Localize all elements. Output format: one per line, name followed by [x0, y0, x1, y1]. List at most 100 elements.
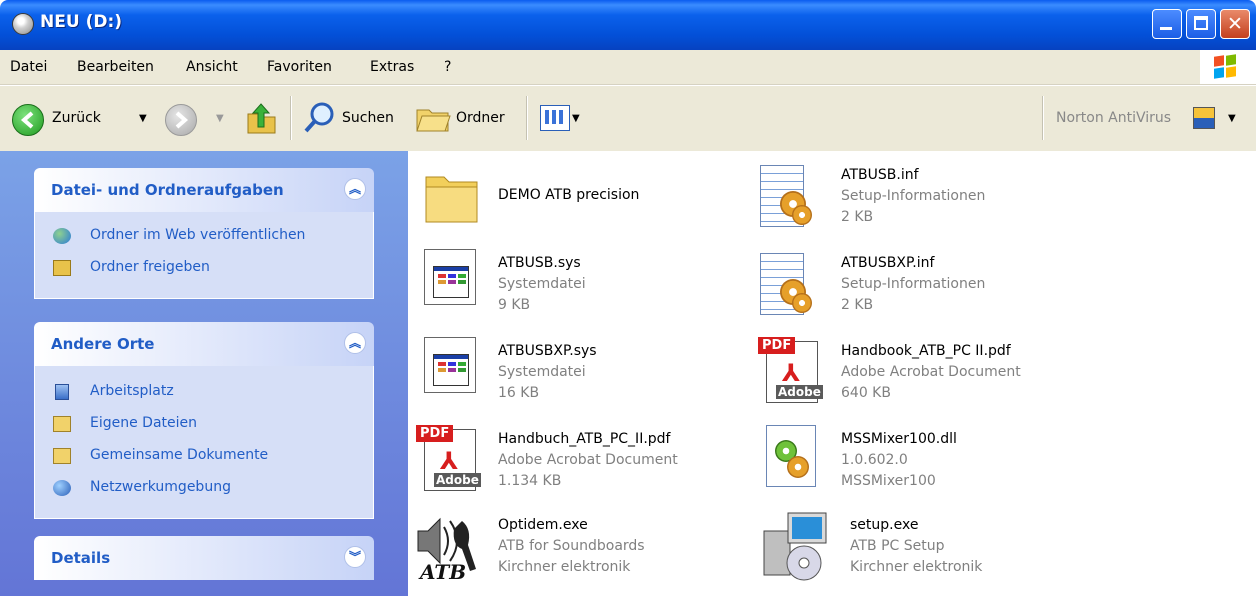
file-description: MSSMixer100 — [841, 473, 936, 489]
file-company: Kirchner elektronik — [850, 559, 983, 575]
search-button[interactable]: Suchen — [342, 110, 394, 126]
folder-icon — [425, 176, 478, 223]
link-label: Eigene Dateien — [90, 415, 198, 431]
back-arrow-glyph — [20, 111, 34, 129]
other-places-panel: Andere Orte ︽ Arbeitsplatz Eigene Dateie… — [34, 322, 374, 519]
toolbar-separator — [290, 96, 292, 140]
title-bar[interactable]: NEU (D:) ✕ — [0, 0, 1256, 50]
menu-bearbeiten[interactable]: Bearbeiten — [77, 59, 154, 75]
back-arrow-icon[interactable] — [12, 104, 44, 136]
folder-up-icon[interactable] — [244, 100, 278, 136]
panel-body: Ordner im Web veröffentlichen Ordner fre… — [34, 212, 374, 299]
norton-dropdown-icon[interactable]: ▼ — [1228, 113, 1236, 124]
system-file-icon — [424, 249, 476, 305]
file-item-inf[interactable]: ATBUSBXP.inf Setup-Informationen 2 KB — [756, 249, 1056, 325]
file-name: Optidem.exe — [498, 517, 588, 533]
toolbar-separator — [1042, 96, 1044, 140]
panel-header[interactable]: Andere Orte ︽ — [34, 322, 374, 366]
setup-exe-icon — [763, 512, 827, 581]
folders-icon[interactable] — [414, 100, 452, 136]
my-computer-icon — [55, 384, 69, 400]
close-button[interactable]: ✕ — [1220, 9, 1250, 39]
file-item-dll[interactable]: MSSMixer100.dll 1.0.602.0 MSSMixer100 — [766, 425, 1066, 501]
back-button[interactable]: Zurück — [52, 110, 101, 126]
menu-datei[interactable]: Datei — [10, 59, 47, 75]
window-title: NEU (D:) — [40, 12, 123, 32]
file-type: Setup-Informationen — [841, 276, 986, 292]
standard-toolbar: Zurück ▼ ▼ Suchen Ordner ▼ Norton AntiVi… — [0, 85, 1256, 152]
file-item-exe[interactable]: ATB Optidem.exe ATB for Soundboards Kirc… — [414, 513, 734, 589]
panel-body: Arbeitsplatz Eigene Dateien Gemeinsame D… — [34, 366, 374, 519]
menu-bar: Datei Bearbeiten Ansicht Favoriten Extra… — [0, 50, 1256, 85]
panel-header[interactable]: Datei- und Ordneraufgaben ︽ — [34, 168, 374, 212]
panel-title: Datei- und Ordneraufgaben — [51, 181, 284, 199]
back-dropdown-icon[interactable]: ▼ — [139, 113, 147, 124]
file-folder-tasks-panel: Datei- und Ordneraufgaben ︽ Ordner im We… — [34, 168, 374, 299]
file-version: 1.0.602.0 — [841, 452, 908, 468]
file-type: Setup-Informationen — [841, 188, 986, 204]
file-type: Adobe Acrobat Document — [498, 452, 678, 468]
menu-extras[interactable]: Extras — [370, 59, 414, 75]
windows-logo-icon — [1200, 50, 1256, 84]
views-dropdown-icon[interactable]: ▼ — [572, 113, 580, 124]
file-size: 640 KB — [841, 385, 891, 401]
expand-chevron-icon[interactable]: ︾ — [344, 546, 366, 568]
link-label: Gemeinsame Dokumente — [90, 447, 269, 463]
forward-dropdown-icon[interactable]: ▼ — [216, 113, 224, 124]
file-company: Kirchner elektronik — [498, 559, 631, 575]
file-item-pdf[interactable]: ⅄ PDF Adobe Handbuch_ATB_PC_II.pdf Adobe… — [416, 425, 746, 501]
file-description: ATB PC Setup — [850, 538, 945, 554]
file-size: 2 KB — [841, 209, 874, 225]
file-item-pdf[interactable]: ⅄ PDF Adobe Handbook_ATB_PC II.pdf Adobe… — [758, 337, 1078, 413]
file-size: 1.134 KB — [498, 473, 562, 489]
pdf-icon: ⅄ PDF Adobe — [758, 337, 823, 403]
folders-button[interactable]: Ordner — [456, 110, 505, 126]
panel-header[interactable]: Details ︾ — [34, 536, 374, 580]
search-icon[interactable] — [302, 100, 338, 136]
maximize-button[interactable] — [1186, 9, 1216, 39]
file-description: ATB for Soundboards — [498, 538, 645, 554]
norton-icon[interactable] — [1193, 107, 1215, 129]
close-icon: ✕ — [1227, 13, 1243, 35]
file-type: Adobe Acrobat Document — [841, 364, 1021, 380]
file-item-sys[interactable]: ATBUSBXP.sys Systemdatei 16 KB — [424, 337, 724, 407]
menu-ansicht[interactable]: Ansicht — [186, 59, 238, 75]
details-panel: Details ︾ — [34, 536, 374, 580]
shared-folder-icon — [53, 260, 71, 276]
link-label: Netzwerkumgebung — [90, 479, 231, 495]
globe-icon — [53, 228, 71, 244]
menu-favoriten[interactable]: Favoriten — [267, 59, 332, 75]
file-list: DEMO ATB precision ATBUSB.inf Setup-Info… — [408, 151, 1256, 596]
folder-icon — [53, 448, 71, 464]
pdf-icon: ⅄ PDF Adobe — [416, 425, 481, 491]
network-icon — [53, 480, 71, 496]
views-icon[interactable] — [540, 105, 570, 131]
file-name: ATBUSB.sys — [498, 255, 581, 271]
collapse-chevron-icon[interactable]: ︽ — [344, 332, 366, 354]
file-size: 2 KB — [841, 297, 874, 313]
my-documents-icon — [53, 416, 71, 432]
collapse-chevron-icon[interactable]: ︽ — [344, 178, 366, 200]
file-name: setup.exe — [850, 517, 919, 533]
drive-icon — [12, 13, 34, 35]
file-name: Handbuch_ATB_PC_II.pdf — [498, 431, 671, 447]
minimize-button[interactable] — [1152, 9, 1182, 39]
file-size: 9 KB — [498, 297, 531, 313]
file-item-exe[interactable]: setup.exe ATB PC Setup Kirchner elektron… — [760, 509, 1060, 591]
forward-arrow-glyph — [175, 111, 189, 129]
file-name: MSSMixer100.dll — [841, 431, 957, 447]
file-item-folder[interactable]: DEMO ATB precision — [422, 165, 722, 235]
system-file-icon — [424, 337, 476, 393]
setup-info-icon — [756, 161, 816, 231]
file-item-inf[interactable]: ATBUSB.inf Setup-Informationen 2 KB — [756, 161, 1056, 237]
task-pane: Datei- und Ordneraufgaben ︽ Ordner im We… — [0, 151, 408, 596]
file-name: ATBUSB.inf — [841, 167, 919, 183]
file-item-sys[interactable]: ATBUSB.sys Systemdatei 9 KB — [424, 249, 724, 319]
file-type: Systemdatei — [498, 364, 586, 380]
menu-help[interactable]: ? — [444, 59, 451, 75]
svg-text:ATB: ATB — [418, 560, 466, 583]
norton-antivirus-label[interactable]: Norton AntiVirus — [1056, 110, 1171, 126]
file-size: 16 KB — [498, 385, 540, 401]
panel-title: Andere Orte — [51, 335, 155, 353]
forward-arrow-icon[interactable] — [165, 104, 197, 136]
